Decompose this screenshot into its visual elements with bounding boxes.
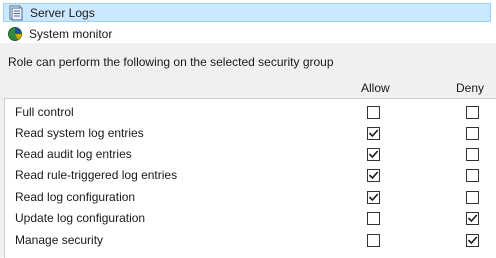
deny-checkbox[interactable]	[466, 191, 479, 204]
permission-name: Read audit log entries	[15, 147, 132, 161]
permission-name: Full control	[15, 105, 74, 119]
deny-checkbox[interactable]	[466, 106, 479, 119]
deny-column-header: Deny	[456, 81, 485, 95]
checkmark-icon	[467, 214, 478, 223]
deny-checkbox[interactable]	[466, 234, 479, 247]
permission-row: Full control	[5, 102, 496, 123]
allow-checkbox[interactable]	[367, 212, 380, 225]
permission-row: Manage security	[5, 230, 496, 251]
tree-item-system-monitor[interactable]: System monitor	[3, 24, 491, 43]
checkmark-icon	[368, 193, 379, 202]
permissions-description: Role can perform the following on the se…	[8, 55, 334, 69]
permission-row: Read audit log entries	[5, 144, 496, 165]
deny-checkbox[interactable]	[466, 148, 479, 161]
permission-name: Read system log entries	[15, 126, 144, 140]
permission-name: Update log configuration	[15, 211, 146, 225]
permission-row: Update log configuration	[5, 208, 496, 229]
permission-name: Manage security	[15, 233, 104, 247]
deny-checkbox[interactable]	[466, 212, 479, 225]
allow-checkbox[interactable]	[367, 169, 380, 182]
tree-item-label: System monitor	[29, 26, 113, 41]
checkmark-icon	[467, 236, 478, 245]
security-group-tree: Server Logs System monitor	[0, 0, 496, 44]
permission-name: Read rule-triggered log entries	[15, 168, 178, 182]
permissions-list: Full control Read system log entries Rea…	[4, 98, 496, 258]
allow-column-header: Allow	[361, 81, 390, 95]
deny-checkbox[interactable]	[466, 169, 479, 182]
deny-checkbox[interactable]	[466, 127, 479, 140]
permission-name: Read log configuration	[15, 190, 136, 204]
allow-checkbox[interactable]	[367, 234, 380, 247]
server-logs-icon	[8, 5, 24, 21]
permission-row: Read log configuration	[5, 187, 496, 208]
allow-checkbox[interactable]	[367, 191, 380, 204]
permission-row: Read system log entries	[5, 123, 496, 144]
system-monitor-icon	[7, 26, 23, 42]
allow-checkbox[interactable]	[367, 148, 380, 161]
tree-item-label: Server Logs	[30, 5, 95, 20]
allow-checkbox[interactable]	[367, 106, 380, 119]
checkmark-icon	[368, 150, 379, 159]
allow-checkbox[interactable]	[367, 127, 380, 140]
tree-item-server-logs[interactable]: Server Logs	[3, 3, 491, 22]
permission-row: Read rule-triggered log entries	[5, 165, 496, 186]
checkmark-icon	[368, 171, 379, 180]
checkmark-icon	[368, 129, 379, 138]
